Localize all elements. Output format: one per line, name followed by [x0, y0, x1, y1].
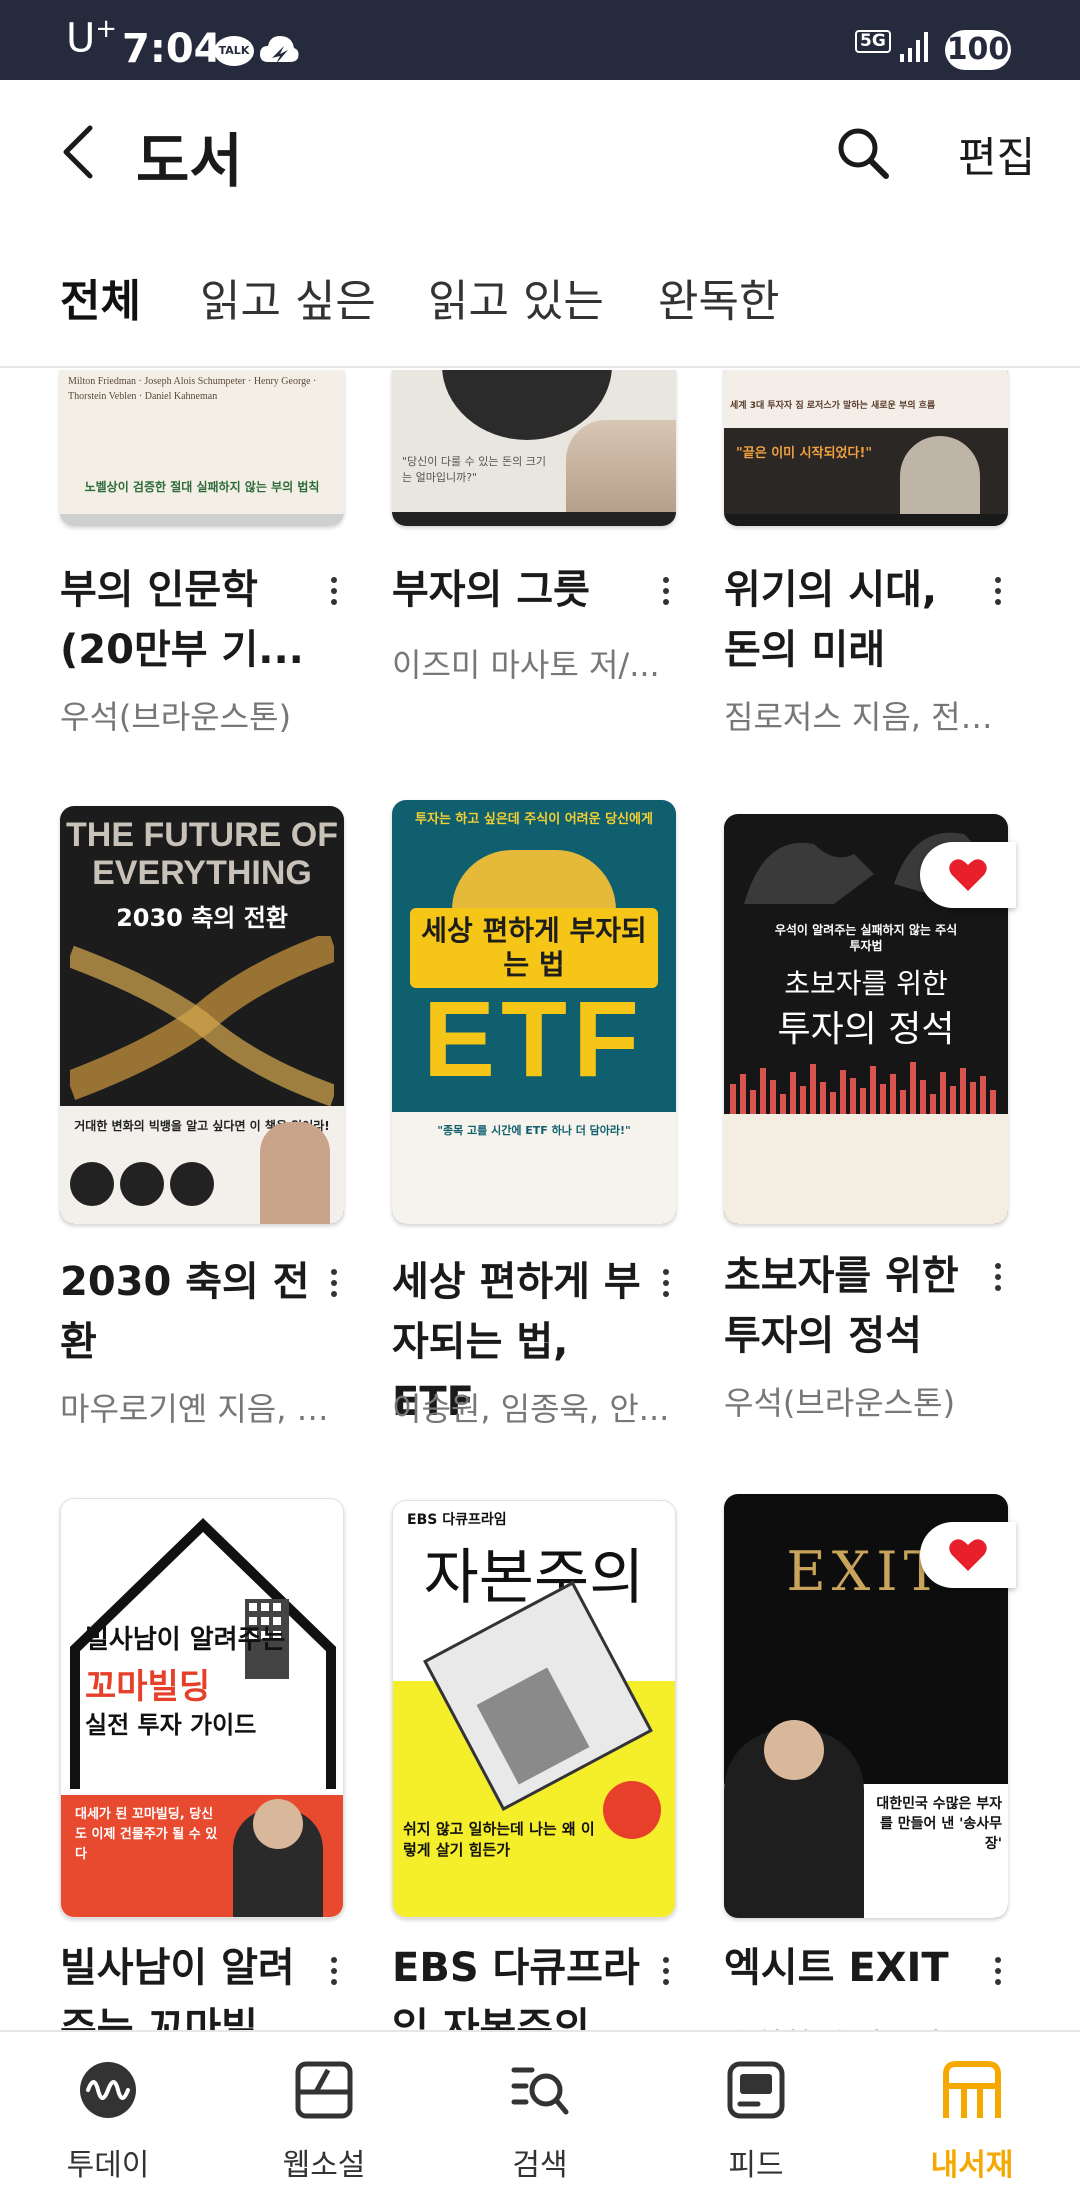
- cover-bars-art: [730, 1062, 996, 1114]
- back-arrow-icon[interactable]: [58, 122, 98, 182]
- more-options-icon[interactable]: [322, 1952, 346, 1992]
- book-author: 마우로기옌 지음, 우...: [60, 1390, 350, 1428]
- book-cover[interactable]: 투자는 하고 싶은데 주식이 어려운 당신에게 세상 편하게 부자되는 법 ET…: [392, 800, 676, 1224]
- nav-search[interactable]: 검색: [470, 2032, 610, 2191]
- tab-all[interactable]: 전체: [60, 265, 141, 329]
- cover-title: ETF: [423, 978, 645, 1099]
- more-options-icon[interactable]: [986, 572, 1010, 612]
- nav-webnovel[interactable]: 웹소설: [254, 2032, 394, 2191]
- network-5g-icon: 5G: [855, 30, 891, 53]
- cover-heading: THE FUTURE OF EVERYTHING: [66, 816, 338, 892]
- cover-bottom-text: 대세가 된 꼬마빌딩, 당신도 이제 건물주가 될 수 있다: [75, 1807, 218, 1862]
- tab-want-to-read[interactable]: 읽고 싶은: [200, 265, 376, 329]
- more-options-icon[interactable]: [654, 572, 678, 612]
- book-author: 짐로저스 지음, 전경...: [724, 698, 1014, 736]
- edit-button[interactable]: 편집: [958, 124, 1035, 185]
- page-title: 도서: [136, 127, 243, 195]
- cover-top-text: 우석이 알려주는 실패하지 않는 주식투자법: [774, 923, 958, 953]
- cloud-notification-icon: [260, 36, 299, 64]
- more-options-icon[interactable]: [654, 1264, 678, 1304]
- book-author: 우석(브라운스톤): [724, 1384, 956, 1422]
- book-cover[interactable]: EBS 다큐프라임 자본주의 쉬지 않고 일하는데 나는 왜 이렇게 살기 힘든…: [392, 1500, 676, 1918]
- nav-today[interactable]: 투데이: [38, 2032, 178, 2191]
- book-cover[interactable]: THE FUTURE OF EVERYTHING 2030 축의 전환 거대한 …: [60, 806, 344, 1224]
- nav-label: 투데이: [66, 2148, 150, 2183]
- cover-heading: 초보자를 위한: [784, 967, 948, 1000]
- book-cover[interactable]: Milton Friedman · Joseph Alois Schumpete…: [60, 370, 344, 526]
- book-title[interactable]: 부의 인문학 (20만부 기...: [60, 560, 310, 680]
- book-title[interactable]: 초보자를 위한 투자의 정석: [724, 1246, 974, 1366]
- cover-art: [70, 936, 334, 1106]
- cover-tagline: "끝은 이미 시작되었다!": [736, 446, 873, 461]
- favorite-badge[interactable]: [920, 1522, 1016, 1588]
- search-list-icon: [511, 2067, 569, 2115]
- nav-library[interactable]: 내서재: [902, 2032, 1042, 2191]
- nav-label: 피드: [728, 2148, 784, 2183]
- cover-tagline: 노벨상이 검증한 절대 실패하지 않는 부의 법칙: [84, 480, 320, 494]
- book-title[interactable]: 부자의 그릇: [392, 560, 642, 620]
- nav-feed[interactable]: 피드: [686, 2032, 826, 2191]
- book-cover[interactable]: 세계 3대 투자자 짐 로저스가 말하는 새로운 부의 흐름 "끝은 이미 시작…: [724, 370, 1008, 526]
- nav-label: 웹소설: [282, 2148, 366, 2183]
- book-author: 이즈미 마사토 저/...: [392, 646, 660, 684]
- book-title[interactable]: 2030 축의 전환: [60, 1252, 310, 1372]
- book-author: 우석(브라운스톤): [60, 698, 292, 736]
- bottom-navigation: 투데이 웹소설 검색 피드 내서재: [0, 2030, 1080, 2191]
- talk-notification-icon: TALK: [214, 36, 254, 66]
- heart-icon: [949, 1539, 987, 1571]
- cover-subtitle: 실전 투자 가이드: [85, 1711, 257, 1739]
- book-title[interactable]: EBS 다큐프라임 자본주의: [392, 1938, 642, 2030]
- more-options-icon[interactable]: [986, 1258, 1010, 1298]
- battery-indicator: 100: [945, 30, 1011, 70]
- cover-title: 투자의 정석: [777, 1009, 955, 1050]
- search-icon[interactable]: [836, 126, 890, 180]
- book-author: 이승원, 임종욱, 안...: [392, 1390, 670, 1428]
- favorite-badge[interactable]: [920, 842, 1016, 908]
- cover-author-names: Milton Friedman · Joseph Alois Schumpete…: [68, 376, 317, 402]
- more-options-icon[interactable]: [986, 1952, 1010, 1992]
- app-header: 도서 편집: [0, 80, 1080, 230]
- heart-icon: [949, 859, 987, 891]
- today-icon: [80, 2062, 136, 2118]
- clock: 7:04: [122, 26, 222, 72]
- book-grid: Milton Friedman · Joseph Alois Schumpete…: [0, 370, 1080, 2030]
- tab-finished[interactable]: 완독한: [658, 265, 779, 329]
- book-title[interactable]: 위기의 시대, 돈의 미래: [724, 560, 974, 680]
- more-options-icon[interactable]: [654, 1952, 678, 1992]
- cover-subtitle: 대한민국 수많은 부자를 만들어 낸 '송사무장': [876, 1796, 1002, 1852]
- cover-heading: 빌사남이 알려주는: [85, 1625, 286, 1655]
- webnovel-icon: [295, 2061, 353, 2119]
- nav-label: 내서재: [930, 2148, 1014, 2183]
- more-options-icon[interactable]: [322, 572, 346, 612]
- cover-subtitle: 세계 3대 투자자 짐 로저스가 말하는 새로운 부의 흐름: [730, 401, 936, 411]
- status-bar: U+ 7:04 TALK 5G 100: [0, 0, 1080, 80]
- more-options-icon[interactable]: [322, 1264, 346, 1304]
- cover-top-text: EBS 다큐프라임: [407, 1512, 507, 1528]
- book-title[interactable]: 빌사남이 알려주는 꼬마빌...: [60, 1938, 310, 2030]
- cover-tagline: "당신이 다룰 수 있는 돈의 크기는 얼마입니까?": [402, 455, 546, 484]
- book-cover[interactable]: "당신이 다룰 수 있는 돈의 크기는 얼마입니까?": [392, 370, 676, 526]
- cover-top-text: 투자는 하고 싶은데 주식이 어려운 당신에게: [415, 812, 653, 827]
- cover-title: 꼬마빌딩: [85, 1667, 211, 1707]
- carrier-label: U+: [66, 14, 118, 62]
- library-icon: [943, 2061, 1001, 2118]
- book-author: 송희창(송사무장): [724, 2020, 1014, 2030]
- book-cover[interactable]: 빌사남이 알려주는 꼬마빌딩 실전 투자 가이드 대세가 된 꼬마빌딩, 당신도…: [60, 1498, 344, 1918]
- cover-title: 2030 축의 전환: [116, 904, 288, 932]
- book-title[interactable]: 엑시트 EXIT: [724, 1938, 974, 1998]
- cover-subtitle: "종목 고를 시간에 ETF 하나 더 담아라!": [437, 1124, 631, 1137]
- feed-icon: [727, 2061, 785, 2119]
- cover-subtitle: 쉬지 않고 일하는데 나는 왜 이렇게 살기 힘든가: [403, 1820, 595, 1859]
- filter-tabs: 전체 읽고 싶은 읽고 있는 완독한: [0, 265, 1080, 368]
- nav-label: 검색: [512, 2148, 568, 2183]
- tab-reading[interactable]: 읽고 있는: [428, 265, 604, 329]
- signal-icon: [900, 32, 928, 62]
